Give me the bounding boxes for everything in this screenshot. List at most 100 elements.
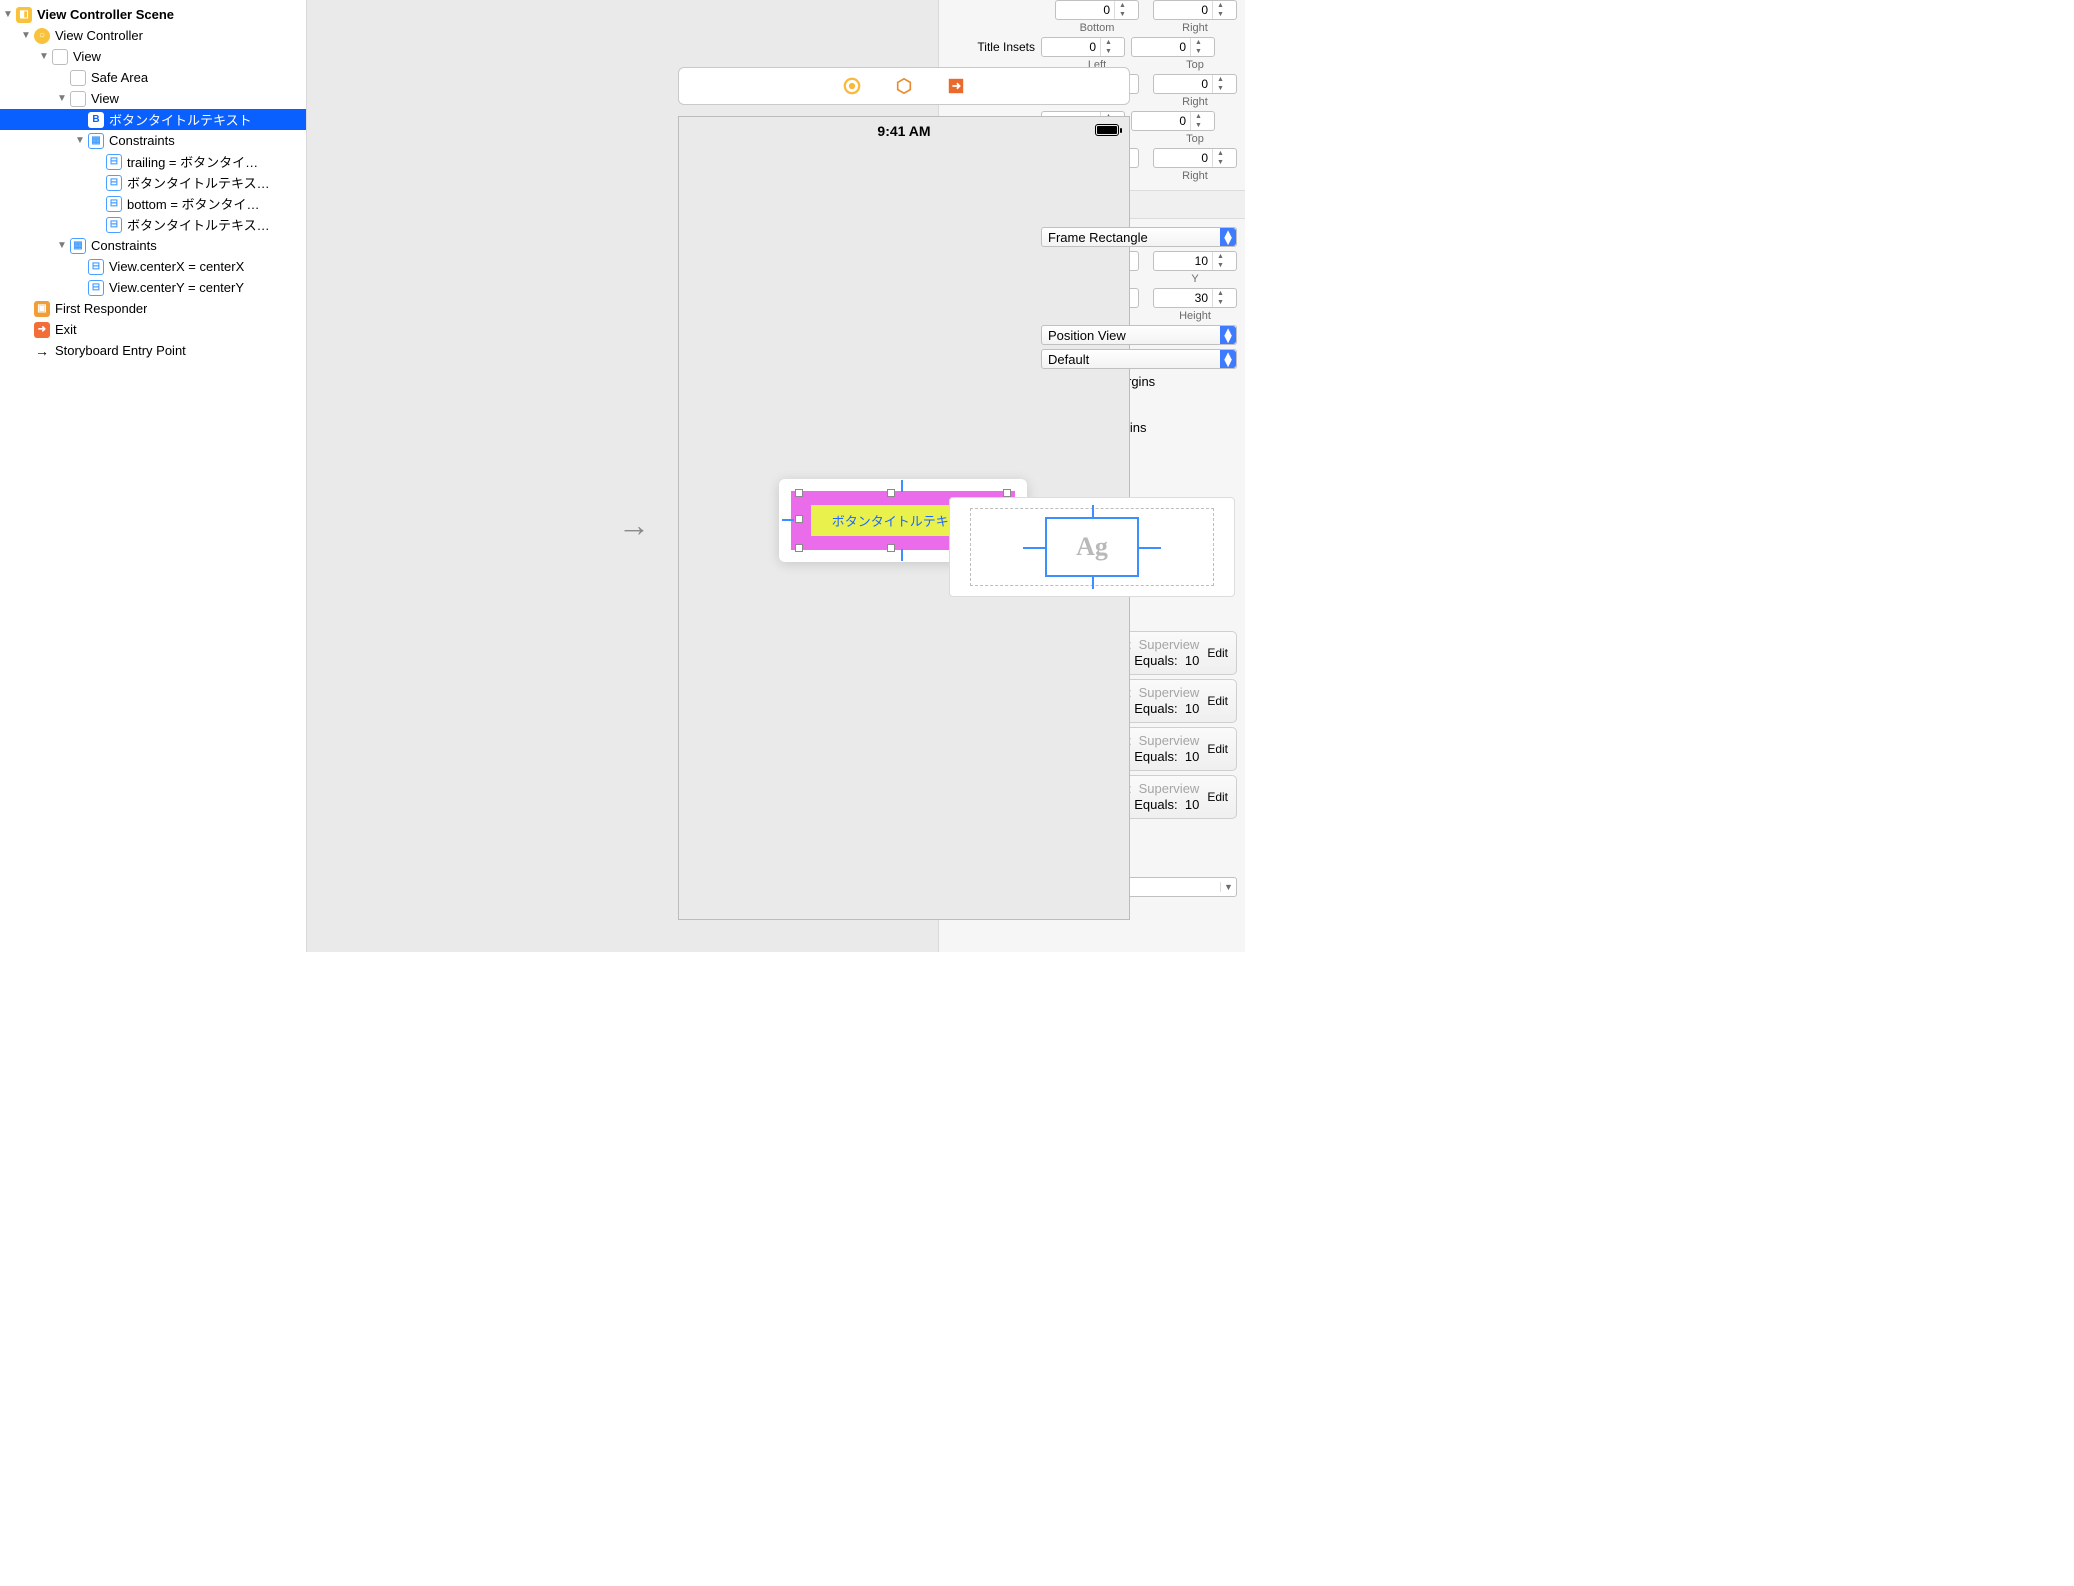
first-responder-dock-icon[interactable] [895, 77, 913, 95]
resize-handle[interactable] [887, 544, 895, 552]
resize-handle[interactable] [1003, 489, 1011, 497]
viewcontroller-icon: ○ [34, 28, 50, 44]
inset-bottom-field[interactable]: ▲▼ [1055, 0, 1139, 20]
exit-dock-icon[interactable] [947, 77, 965, 95]
title-insets-label: Title Insets [947, 40, 1035, 54]
y-field[interactable]: ▲▼ [1153, 251, 1237, 271]
constraint-item[interactable]: ▼⊟bottom = ボタンタイ… [0, 193, 306, 214]
ib-canvas[interactable]: → 9:41 AM ボタンタイトルテキスト [307, 0, 938, 952]
viewcontroller-dock-icon[interactable] [843, 77, 861, 95]
view-row[interactable]: ▼ View [0, 46, 306, 67]
title-inset-top[interactable]: ▲▼ [1131, 37, 1215, 57]
disclosure-icon[interactable]: ▼ [74, 135, 86, 146]
scene-row[interactable]: ▼ ◧ View Controller Scene [0, 4, 306, 25]
constraint-item[interactable]: ▼⊟trailing = ボタンタイ… [0, 151, 306, 172]
image-inset-right[interactable]: ▲▼ [1153, 148, 1237, 168]
con-target: Superview [1139, 733, 1200, 748]
vc-row[interactable]: ▼ ○ View Controller [0, 25, 306, 46]
view-icon [52, 49, 68, 65]
sublabel: Bottom [1055, 22, 1139, 34]
edit-button[interactable]: Edit [1207, 742, 1228, 756]
show-popup[interactable]: Frame Rectangle▲▼ [1041, 227, 1237, 247]
inset-input[interactable] [1056, 3, 1114, 17]
disclosure-icon[interactable]: ▼ [2, 9, 14, 20]
resize-handle[interactable] [887, 489, 895, 497]
inset-input[interactable] [1042, 40, 1100, 54]
exit-row[interactable]: ▼➜Exit [0, 319, 306, 340]
constraints-label: Constraints [109, 133, 175, 148]
title-inset-left[interactable]: ▲▼ [1041, 37, 1125, 57]
constraint-item[interactable]: ▼⊟View.centerX = centerX [0, 256, 306, 277]
constraint-guide [901, 480, 903, 492]
y-input[interactable] [1154, 254, 1212, 268]
resize-handle[interactable] [795, 489, 803, 497]
constraint-icon: ⊟ [88, 280, 104, 296]
resize-handle[interactable] [795, 544, 803, 552]
con-eq: Equals: [1134, 653, 1177, 668]
disclosure-icon[interactable]: ▼ [56, 93, 68, 104]
layout-margins-popup[interactable]: Default▲▼ [1041, 349, 1237, 369]
entry-arrow-icon[interactable]: → [618, 507, 650, 544]
inset-input[interactable] [1132, 40, 1190, 54]
image-inset-top[interactable]: ▲▼ [1131, 111, 1215, 131]
view2-row[interactable]: ▼ View [0, 88, 306, 109]
constraint-item[interactable]: ▼⊟ボタンタイトルテキス… [0, 214, 306, 235]
sublabel: Height [1153, 310, 1237, 322]
show-value: Frame Rectangle [1048, 230, 1148, 245]
popup-arrows-icon: ▲▼ [1220, 350, 1236, 368]
constraints-icon: ▦ [70, 238, 86, 254]
dropdown-icon[interactable]: ▼ [1220, 882, 1236, 892]
constraint-label: trailing = ボタンタイ… [127, 152, 258, 171]
stepper[interactable]: ▲▼ [1212, 289, 1228, 307]
stepper[interactable]: ▲▼ [1190, 112, 1206, 130]
stepper[interactable]: ▲▼ [1212, 149, 1228, 167]
con-target: Superview [1139, 637, 1200, 652]
sublabel: Right [1153, 22, 1237, 34]
document-outline[interactable]: ▼ ◧ View Controller Scene ▼ ○ View Contr… [0, 0, 307, 952]
arrange-popup[interactable]: Position View▲▼ [1041, 325, 1237, 345]
disclosure-icon[interactable]: ▼ [38, 51, 50, 62]
constraint-icon: ⊟ [106, 196, 122, 212]
con-eq: Equals: [1134, 701, 1177, 716]
con-val: 10 [1185, 653, 1199, 668]
stepper[interactable]: ▲▼ [1212, 75, 1228, 93]
constraints-outer-row[interactable]: ▼ ▦ Constraints [0, 235, 306, 256]
constraint-item[interactable]: ▼⊟ボタンタイトルテキス… [0, 172, 306, 193]
inset-input[interactable] [1154, 151, 1212, 165]
constraints-diagram[interactable]: Ag [949, 497, 1235, 597]
inset-input[interactable] [1154, 3, 1212, 17]
con-val: 10 [1185, 749, 1199, 764]
arrow-icon: → [34, 343, 50, 359]
h-input[interactable] [1154, 291, 1212, 305]
disclosure-icon[interactable]: ▼ [56, 240, 68, 251]
stepper[interactable]: ▲▼ [1114, 1, 1130, 19]
first-responder-row[interactable]: ▼▣First Responder [0, 298, 306, 319]
constraint-guide [782, 519, 794, 521]
constraints-inner-row[interactable]: ▼ ▦ Constraints [0, 130, 306, 151]
con-eq: Equals: [1134, 749, 1177, 764]
stepper[interactable]: ▲▼ [1212, 1, 1228, 19]
disclosure-icon[interactable]: ▼ [20, 30, 32, 41]
button-row-selected[interactable]: ▼ B ボタンタイトルテキスト [0, 109, 306, 130]
safearea-row[interactable]: ▼ Safe Area [0, 67, 306, 88]
edit-button[interactable]: Edit [1207, 790, 1228, 804]
title-inset-right[interactable]: ▲▼ [1153, 74, 1237, 94]
constraint-label: ボタンタイトルテキス… [127, 215, 270, 234]
resize-handle[interactable] [795, 515, 803, 523]
inset-input[interactable] [1154, 77, 1212, 91]
stepper[interactable]: ▲▼ [1100, 38, 1116, 56]
constraint-item[interactable]: ▼⊟View.centerY = centerY [0, 277, 306, 298]
entry-point-row[interactable]: ▼→Storyboard Entry Point [0, 340, 306, 361]
constraint-label: ボタンタイトルテキス… [127, 173, 270, 192]
view2-label: View [91, 91, 119, 106]
stepper[interactable]: ▲▼ [1212, 252, 1228, 270]
constraint-icon: ⊟ [106, 217, 122, 233]
edit-button[interactable]: Edit [1207, 694, 1228, 708]
height-field[interactable]: ▲▼ [1153, 288, 1237, 308]
stepper[interactable]: ▲▼ [1190, 38, 1206, 56]
scene-icon: ◧ [16, 7, 32, 23]
inset-input[interactable] [1132, 114, 1190, 128]
scene-dock[interactable] [678, 67, 1130, 105]
edit-button[interactable]: Edit [1207, 646, 1228, 660]
inset-right-field[interactable]: ▲▼ [1153, 0, 1237, 20]
